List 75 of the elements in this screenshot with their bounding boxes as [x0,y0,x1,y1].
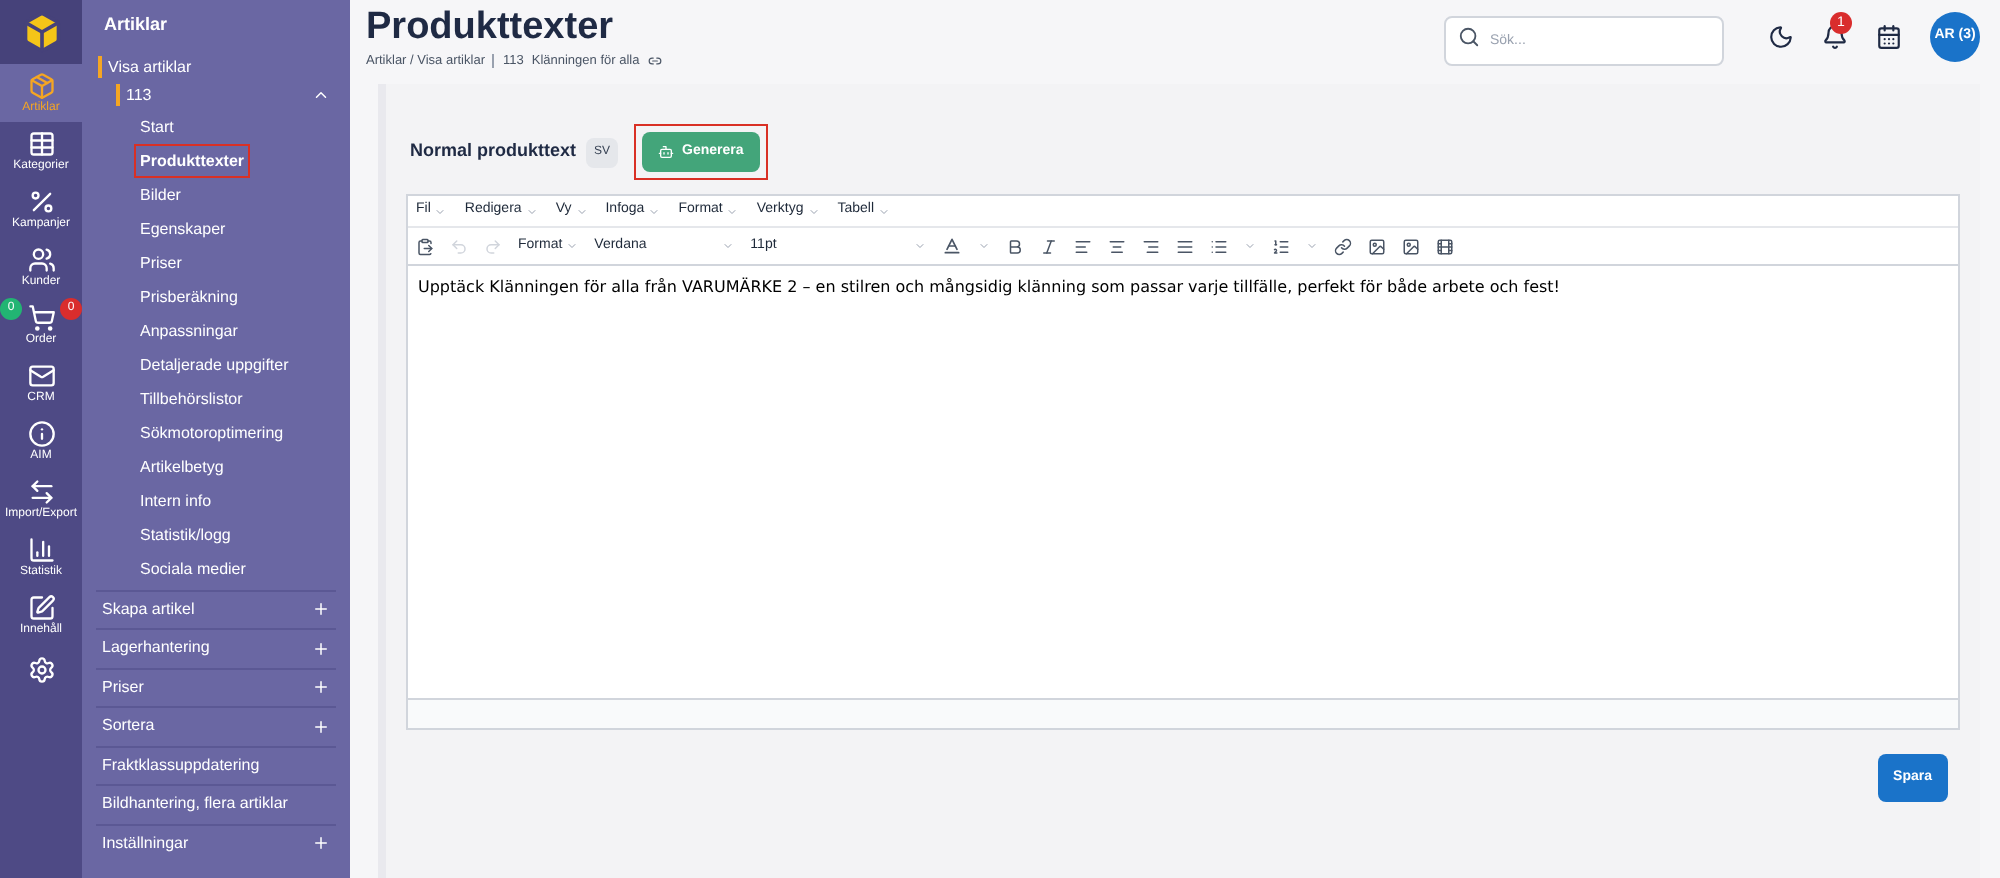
mail-icon [27,362,55,390]
nav-title: Artiklar [102,12,170,38]
caret-icon [1306,240,1319,252]
search-icon [1458,26,1480,48]
align-right-icon[interactable] [1142,237,1161,255]
image-icon[interactable] [1368,237,1387,255]
percent-icon [27,188,55,216]
plus-icon [312,717,330,736]
caret-icon [978,240,991,252]
plus-icon [312,639,330,658]
cart-icon [27,304,55,332]
caret-icon [566,240,579,252]
nav-group[interactable]: Bildhantering, flera artiklar [96,784,336,823]
nav-section[interactable]: Visa artiklar [98,55,336,77]
caret-icon [807,205,820,217]
caret-icon [878,205,891,217]
align-center-icon[interactable] [1108,237,1127,255]
bold-icon[interactable] [1006,237,1025,255]
nav-subitem[interactable]: Bilder [134,177,187,211]
caret-icon [1244,240,1257,252]
caret-icon [914,240,927,252]
info-icon [27,420,55,448]
plus-icon [312,678,330,697]
nav-group[interactable]: Priser [96,667,336,706]
nav-subitem[interactable]: Artikelbetyg [134,449,230,483]
settings-icon[interactable] [27,656,55,684]
edit-icon [27,594,55,622]
nav-subitem[interactable]: Detaljerade uppgifter [134,347,295,381]
boxes-icon [27,72,55,100]
nav-subitem[interactable]: Prisberäkning [134,279,244,313]
paste-icon[interactable] [416,237,434,255]
field-label: Normal produkttext [410,138,577,165]
swap-arrows-icon [27,478,55,506]
moon-icon[interactable] [1768,24,1794,50]
nav-subitem[interactable]: Tillbehörslistor [134,381,249,415]
align-left-icon[interactable] [1074,237,1093,255]
link-icon[interactable] [1334,237,1353,255]
nav-group[interactable]: Sortera [96,706,336,745]
nav-subitem[interactable]: Sökmotoroptimering [134,415,290,449]
nav-subitem[interactable]: Intern info [134,483,218,517]
nav-subitem[interactable]: Anpassningar [134,313,244,347]
bullet-list-icon[interactable] [1210,237,1229,255]
nav-subitem[interactable]: Egenskaper [134,211,232,245]
nav-group[interactable]: Lagerhantering [96,628,336,667]
text-color-icon[interactable] [942,236,963,256]
robot-icon [658,144,675,160]
nav-subitem[interactable]: Produkttexter [134,143,251,177]
caret-icon [575,205,588,217]
caret-icon [648,205,661,217]
caret-icon [525,205,538,217]
caret-icon [726,205,739,217]
nav-subitem[interactable]: Statistik/logg [134,517,237,551]
users-icon [27,246,55,274]
nav-subitem[interactable]: Priser [134,245,188,279]
calendar-icon[interactable] [1876,24,1902,50]
plus-icon [312,600,330,619]
image-icon[interactable] [1402,237,1421,255]
nav-group[interactable]: Fraktklassuppdatering [96,745,336,784]
nav-group[interactable]: Skapa artikel [96,589,336,628]
caret-icon [722,240,735,252]
plus-icon [312,834,330,853]
page-title: Produkttexter [366,4,616,52]
nav-group[interactable]: Inställningar [96,823,336,862]
media-icon[interactable] [1436,237,1455,255]
editor-content[interactable]: Upptäck Klänningen för alla från VARUMÄRKE 2 – en stilren och mångsidig klänning som passar varje tillfälle, perfekt för både arbete och fest! [408,266,1958,698]
align-justify-icon[interactable] [1176,237,1195,255]
nav-subitem[interactable]: Sociala medier [134,551,252,585]
nav-item[interactable]: 113 [116,83,152,105]
caret-icon [434,205,447,217]
notification-icon[interactable] [1822,24,1848,50]
italic-icon[interactable] [1040,237,1059,255]
numbered-list-icon[interactable] [1272,237,1291,255]
nav-subitem[interactable]: Start [134,109,180,143]
link-icon[interactable] [647,54,662,69]
bar-chart-icon [27,536,55,564]
